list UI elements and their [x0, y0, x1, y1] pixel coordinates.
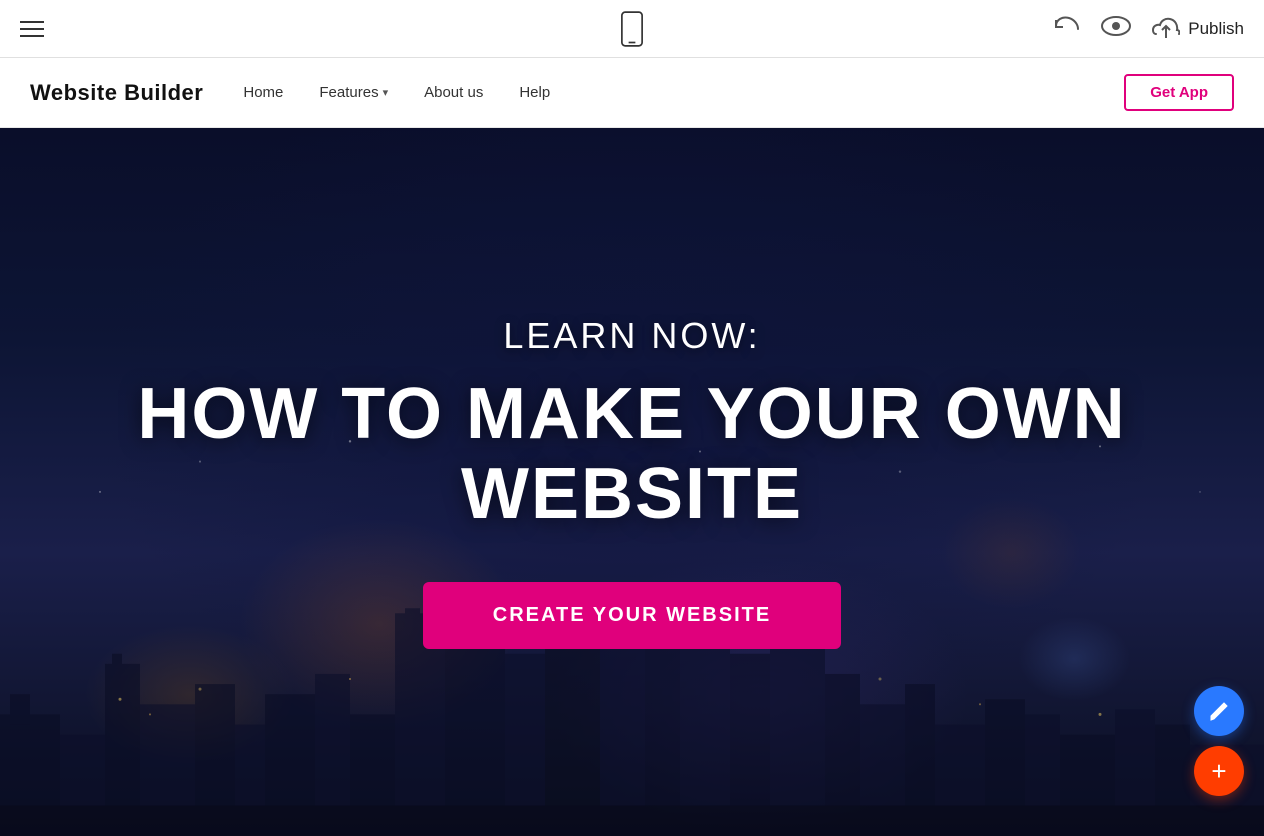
nav-links: Home Features ▾ About us Help [243, 84, 1124, 101]
toolbar-center [618, 11, 646, 47]
toolbar-left [20, 21, 44, 37]
site-title: Website Builder [30, 80, 203, 106]
get-app-button[interactable]: Get App [1124, 74, 1234, 111]
preview-icon[interactable] [1100, 15, 1132, 42]
phone-icon[interactable] [618, 11, 646, 47]
toolbar: Publish [0, 0, 1264, 58]
hero-title: HOW TO MAKE YOUR OWN WEBSITE [0, 375, 1264, 533]
hero-content: LEARN NOW: HOW TO MAKE YOUR OWN WEBSITE … [0, 315, 1264, 648]
nav-link-home[interactable]: Home [243, 84, 283, 101]
add-fab-button[interactable]: + [1194, 746, 1244, 796]
fab-container: + [1194, 686, 1244, 796]
toolbar-right: Publish [1052, 14, 1244, 43]
edit-fab-button[interactable] [1194, 686, 1244, 736]
undo-icon[interactable] [1052, 14, 1080, 43]
website-nav: Website Builder Home Features ▾ About us… [0, 58, 1264, 128]
hero-subtitle: LEARN NOW: [0, 315, 1264, 357]
plus-icon: + [1211, 756, 1226, 787]
hero-section: LEARN NOW: HOW TO MAKE YOUR OWN WEBSITE … [0, 128, 1264, 836]
hero-cta-button[interactable]: CREATE YOUR WEBSITE [423, 582, 841, 649]
nav-link-help[interactable]: Help [519, 84, 550, 101]
publish-label: Publish [1188, 19, 1244, 39]
hamburger-icon[interactable] [20, 21, 44, 37]
nav-link-features[interactable]: Features ▾ [319, 84, 388, 101]
publish-button[interactable]: Publish [1152, 16, 1244, 42]
chevron-down-icon: ▾ [383, 86, 389, 99]
nav-link-about[interactable]: About us [424, 84, 483, 101]
